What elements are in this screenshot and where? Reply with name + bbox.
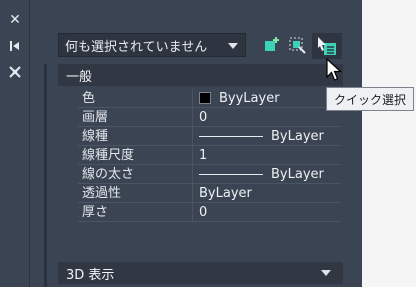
line-sample	[199, 173, 263, 175]
selection-dropdown[interactable]: 何も選択されていません	[58, 33, 246, 57]
property-value-text: 0	[199, 204, 208, 220]
property-value-text: 1	[199, 147, 208, 163]
chevron-down-icon	[321, 270, 331, 276]
property-row-linetype[interactable]: 線種 ByLayer	[78, 127, 341, 146]
pin-icon[interactable]	[7, 38, 23, 54]
property-value[interactable]: ByLayer	[193, 127, 341, 146]
property-value[interactable]: 0	[193, 203, 341, 222]
property-value[interactable]: ByLayer	[193, 184, 341, 203]
palette-title-strip: ✕	[0, 0, 30, 287]
property-key: 線種尺度	[78, 146, 193, 165]
properties-palette: ✕ 何も選択されていません 一般 色 ByyLayer 画層 0 線種 ByLa…	[0, 0, 362, 287]
chevron-down-icon	[228, 43, 238, 49]
tooltip: クイック選択	[326, 87, 414, 111]
property-value-text: ByLayer	[271, 128, 324, 144]
section-3d-label: 3D 表示	[66, 267, 115, 283]
property-row-layer[interactable]: 画層 0	[78, 108, 341, 127]
property-value[interactable]: ByyLayer	[193, 89, 341, 108]
property-key: 画層	[78, 108, 193, 127]
select-objects-icon[interactable]	[287, 35, 307, 55]
mouse-cursor-icon	[326, 58, 343, 81]
property-row-color[interactable]: 色 ByyLayer	[78, 89, 341, 108]
settings-icon[interactable]	[7, 64, 23, 80]
section-3d-header[interactable]: 3D 表示	[58, 262, 343, 284]
close-icon[interactable]: ✕	[7, 12, 23, 28]
color-swatch	[199, 92, 211, 104]
property-key: 線の太さ	[78, 165, 193, 184]
line-sample	[199, 135, 263, 137]
property-row-linetype-scale[interactable]: 線種尺度 1	[78, 146, 341, 165]
property-value-text: ByyLayer	[219, 90, 280, 106]
property-value[interactable]: 1	[193, 146, 341, 165]
selection-dropdown-value: 何も選択されていません	[65, 39, 208, 55]
property-row-lineweight[interactable]: 線の太さ ByLayer	[78, 165, 341, 184]
property-key: 透過性	[78, 184, 193, 203]
quick-select-icon[interactable]	[312, 33, 342, 59]
section-general-label: 一般	[66, 69, 93, 85]
property-value-text: 0	[199, 109, 208, 125]
tooltip-text: クイック選択	[333, 92, 406, 107]
property-value[interactable]: 0	[193, 108, 341, 127]
palette-inner-edge	[44, 64, 47, 287]
property-key: 線種	[78, 127, 193, 146]
toggle-pickadd-icon[interactable]	[262, 35, 282, 55]
property-value-text: ByLayer	[271, 166, 324, 182]
property-value-text: ByLayer	[199, 185, 252, 201]
property-row-transparency[interactable]: 透過性 ByLayer	[78, 184, 341, 203]
property-key: 厚さ	[78, 203, 193, 222]
property-grid: 色 ByyLayer 画層 0 線種 ByLayer 線種尺度 1 線の太さ B…	[78, 89, 341, 222]
section-general-header[interactable]: 一般	[58, 64, 343, 86]
property-key: 色	[78, 89, 193, 108]
property-row-thickness[interactable]: 厚さ 0	[78, 203, 341, 222]
property-value[interactable]: ByLayer	[193, 165, 341, 184]
